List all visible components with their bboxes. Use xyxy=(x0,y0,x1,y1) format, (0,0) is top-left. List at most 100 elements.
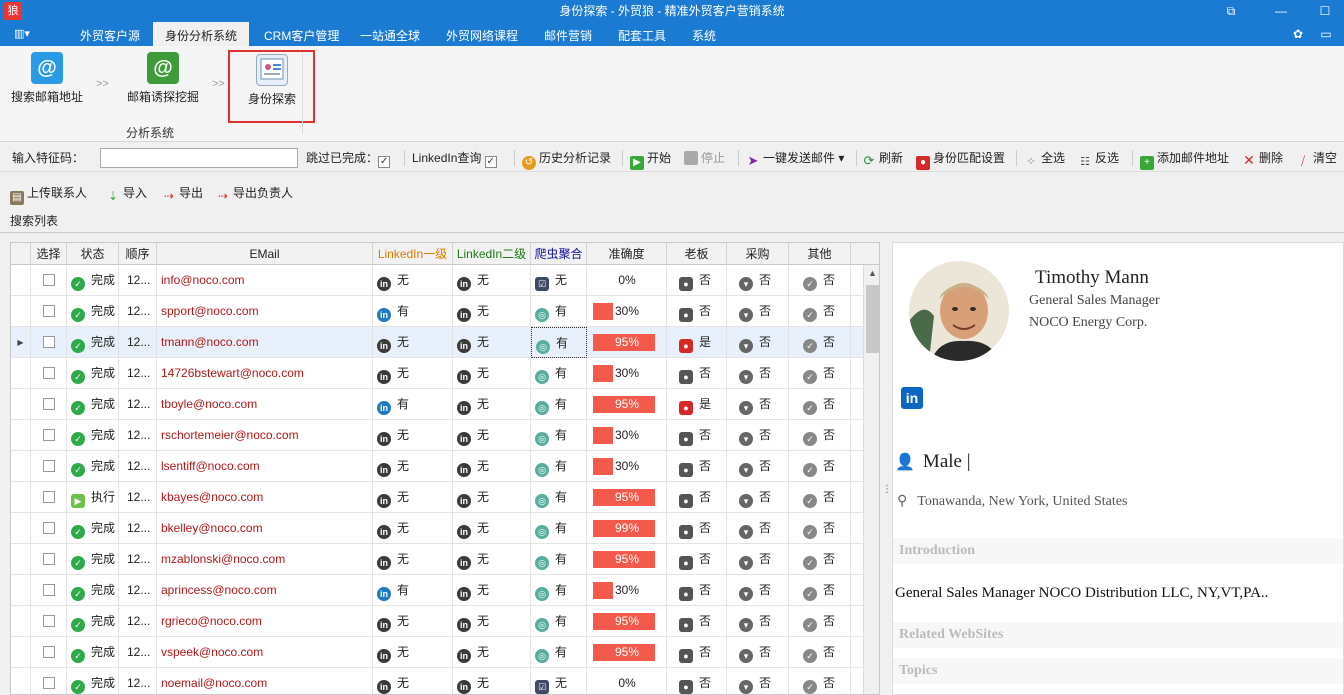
menu-item-0[interactable]: 外贸客户源 xyxy=(68,22,152,46)
row-checkbox[interactable] xyxy=(42,336,55,348)
menu-item-4[interactable]: 外贸网络课程 xyxy=(434,22,530,46)
email-text[interactable]: mzablonski@noco.com xyxy=(161,552,285,566)
row-checkbox[interactable] xyxy=(42,677,55,689)
row-checkbox[interactable] xyxy=(42,398,55,410)
history-button[interactable]: ↺ 历史分析记录 xyxy=(522,144,611,172)
message-icon[interactable]: ▭ xyxy=(1318,26,1334,42)
menu-item-7[interactable]: 系统 xyxy=(680,22,728,46)
skip-done-label[interactable]: 跳过已完成： ✓ xyxy=(306,144,391,172)
table-row[interactable]: ✓ 完成 12... spport@noco.com in 有 in 无 ◎ 有 30% ● 否 ▾ 否 ✓ 否 xyxy=(11,296,863,327)
email-text[interactable]: tboyle@noco.com xyxy=(161,397,257,411)
email-text[interactable]: aprincess@noco.com xyxy=(161,583,277,597)
delete-button[interactable]: ✕ 删除 xyxy=(1242,144,1283,172)
minimize-icon[interactable]: — xyxy=(1266,0,1296,22)
menu-item-1[interactable]: 身份分析系统 xyxy=(153,22,250,46)
done-check-icon: ✓ xyxy=(71,370,85,384)
clear-button[interactable]: ⧸ 清空 xyxy=(1296,144,1337,172)
email-mining-button[interactable]: @ 邮箱诱探挖掘 xyxy=(124,52,202,105)
add-email-button[interactable]: + 添加邮件地址 xyxy=(1140,144,1229,172)
skip-done-checkbox[interactable]: ✓ xyxy=(378,156,391,168)
email-text[interactable]: bkelley@noco.com xyxy=(161,521,263,535)
search-list-tab[interactable]: 搜索列表 xyxy=(10,212,58,229)
header-linkedin-1[interactable]: LinkedIn一级 xyxy=(373,243,453,265)
table-row[interactable]: ✓ 完成 12... mzablonski@noco.com in 无 in 无 ◎ 有 95% ● 否… xyxy=(11,544,863,575)
export-owner-button[interactable]: ⇢ 导出负责人 xyxy=(216,180,293,206)
restore-icon[interactable]: ⧉ xyxy=(1216,0,1246,22)
table-row[interactable]: ✓ 完成 12... noemail@noco.com in 无 in 无 ☑ 无 0% ● 否 ▾ 否 ✓ 否 xyxy=(11,668,863,694)
menu-item-5[interactable]: 邮件营销 xyxy=(532,22,604,46)
linkedin-query-label[interactable]: LinkedIn查询 ✓ xyxy=(412,144,497,172)
row-checkbox[interactable] xyxy=(42,553,55,565)
upload-contacts-button[interactable]: ▤ 上传联系人 xyxy=(10,180,87,206)
table-row[interactable]: ✓ 完成 12... rschortemeier@noco.com in 无 in 无 ◎ 有 30… xyxy=(11,420,863,451)
linkedin-query-checkbox[interactable]: ✓ xyxy=(484,156,497,168)
header-boss[interactable]: 老板 xyxy=(667,243,727,265)
email-text[interactable]: spport@noco.com xyxy=(161,304,259,318)
send-mail-button[interactable]: ➤ 一键发送邮件 ▾ xyxy=(746,144,845,172)
row-checkbox[interactable] xyxy=(42,305,55,317)
row-checkbox[interactable] xyxy=(42,274,55,286)
menu-toggle-icon[interactable]: ▥▾ xyxy=(14,26,42,42)
row-checkbox[interactable] xyxy=(42,615,55,627)
header-purchase[interactable]: 采购 xyxy=(727,243,789,265)
table-row[interactable]: ✓ 完成 12... rgrieco@noco.com in 无 in 无 ◎ 有 95% ● 否 ▾ 否 ✓… xyxy=(11,606,863,637)
email-text[interactable]: info@noco.com xyxy=(161,273,245,287)
row-checkbox[interactable] xyxy=(42,584,55,596)
row-checkbox[interactable] xyxy=(42,460,55,472)
table-row[interactable]: ✓ 完成 12... bkelley@noco.com in 无 in 无 ◎ 有 99% ● 否 ▾ 否 ✓… xyxy=(11,513,863,544)
email-text[interactable]: noemail@noco.com xyxy=(161,676,267,690)
table-row[interactable]: ✓ 完成 12... lsentiff@noco.com in 无 in 无 ◎ 有 30% ● 否 ▾ 否… xyxy=(11,451,863,482)
row-checkbox[interactable] xyxy=(42,429,55,441)
search-email-button[interactable]: @ 搜索邮箱地址 xyxy=(10,52,84,105)
header-email[interactable]: EMail xyxy=(157,243,373,265)
header-crawler[interactable]: 爬虫聚合 xyxy=(531,243,587,265)
header-other[interactable]: 其他 xyxy=(789,243,851,265)
row-checkbox[interactable] xyxy=(42,646,55,658)
row-checkbox[interactable] xyxy=(42,491,55,503)
header-select[interactable]: 选择 xyxy=(31,243,67,265)
table-row[interactable]: ✓ 完成 12... info@noco.com in 无 in 无 ☑ 无 0% ● 否 ▾ 否 ✓ 否 xyxy=(11,265,863,296)
scroll-up-icon[interactable]: ▲ xyxy=(864,265,879,282)
scroll-thumb[interactable] xyxy=(866,285,879,353)
maximize-icon[interactable]: ☐ xyxy=(1310,0,1340,22)
splitter-handle[interactable]: ⋮ xyxy=(882,484,892,495)
email-text[interactable]: kbayes@noco.com xyxy=(161,490,263,504)
skin-icon[interactable]: ✿ xyxy=(1290,26,1306,42)
email-text[interactable]: rschortemeier@noco.com xyxy=(161,428,299,442)
menu-item-3[interactable]: 一站通全球 xyxy=(348,22,432,46)
table-row[interactable]: ▶ 执行 12... kbayes@noco.com in 无 in 无 ◎ 有 95% ● 否 ▾ 否 ✓ 否 xyxy=(11,482,863,513)
table-row[interactable]: ✓ 完成 12... 14726bstewart@noco.com in 无 in 无 ◎ 有 30… xyxy=(11,358,863,389)
header-accuracy[interactable]: 准确度 xyxy=(587,243,667,265)
linkedin-small-icon: in xyxy=(457,401,471,415)
email-text[interactable]: 14726bstewart@noco.com xyxy=(161,366,304,380)
profile-introduction: General Sales Manager NOCO Distribution … xyxy=(895,585,1269,601)
email-text[interactable]: vspeek@noco.com xyxy=(161,645,263,659)
menu-item-6[interactable]: 配套工具 xyxy=(606,22,678,46)
grid-scrollbar[interactable]: ▲ xyxy=(863,265,879,694)
refresh-button[interactable]: ⟳ 刷新 xyxy=(862,144,903,172)
linkedin-small-icon: in xyxy=(457,618,471,632)
stop-button[interactable]: 停止 xyxy=(684,144,725,172)
email-text[interactable]: tmann@noco.com xyxy=(161,335,259,349)
row-checkbox[interactable] xyxy=(42,367,55,379)
email-text[interactable]: lsentiff@noco.com xyxy=(161,459,260,473)
linkedin-icon[interactable]: in xyxy=(901,387,923,409)
table-row[interactable]: ✓ 完成 12... vspeek@noco.com in 无 in 无 ◎ 有 95% ● 否 ▾ 否 ✓ 否 xyxy=(11,637,863,668)
email-text[interactable]: rgrieco@noco.com xyxy=(161,614,262,628)
header-status[interactable]: 状态 xyxy=(67,243,119,265)
invert-button[interactable]: ☷ 反选 xyxy=(1078,144,1119,172)
table-row[interactable]: ✓ 完成 12... tboyle@noco.com in 有 in 无 ◎ 有 95% ● 是 ▾ 否 ✓ 否 xyxy=(11,389,863,420)
export-button[interactable]: ⇢ 导出 xyxy=(162,180,203,206)
table-row[interactable]: ✓ 完成 12... aprincess@noco.com in 有 in 无 ◎ 有 30% ● 否 ▾… xyxy=(11,575,863,606)
cell-sel xyxy=(31,451,67,482)
table-row[interactable]: ▶ ✓ 完成 12... tmann@noco.com in 无 in 无 ◎ 有 95% ● 是 ▾ 否 ✓ 否 xyxy=(11,327,863,358)
identity-settings-button[interactable]: ● 身份匹配设置 xyxy=(916,144,1005,172)
select-all-button[interactable]: ⁘ 全选 xyxy=(1024,144,1065,172)
import-button[interactable]: ⇣ 导入 xyxy=(106,180,147,206)
menu-item-2[interactable]: CRM客户管理 xyxy=(252,22,351,46)
row-checkbox[interactable] xyxy=(42,522,55,534)
header-linkedin-2[interactable]: LinkedIn二级 xyxy=(453,243,531,265)
header-order[interactable]: 顺序 xyxy=(119,243,157,265)
start-button[interactable]: ▶ 开始 xyxy=(630,144,671,172)
feature-code-input[interactable] xyxy=(100,148,298,168)
